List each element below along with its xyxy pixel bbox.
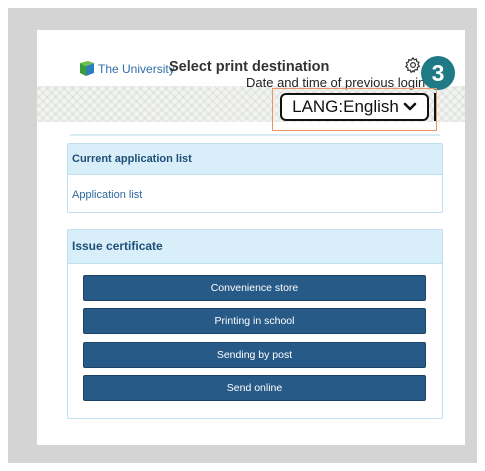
- text-cursor-bar: [434, 93, 436, 121]
- printing-in-school-button[interactable]: Printing in school: [83, 308, 426, 334]
- header-divider: [70, 134, 440, 136]
- page: The University Select print destination …: [37, 30, 465, 445]
- application-list-link[interactable]: Application list: [72, 189, 142, 201]
- step-badge: 3: [421, 56, 455, 90]
- convenience-store-button[interactable]: Convenience store: [83, 275, 426, 301]
- language-select[interactable]: LANG:English: [280, 93, 429, 121]
- application-panel: Current application list Application lis…: [67, 143, 443, 213]
- header: The University Select print destination …: [37, 30, 465, 131]
- issue-certificate-panel: Issue certificate Convenience store Prin…: [67, 229, 443, 419]
- issue-certificate-title: Issue certificate: [68, 230, 442, 264]
- send-online-button[interactable]: Send online: [83, 375, 426, 401]
- chevron-down-icon: [403, 102, 417, 112]
- page-title: Select print destination: [169, 59, 330, 75]
- university-logo-icon: [80, 61, 94, 76]
- sending-by-post-button[interactable]: Sending by post: [83, 342, 426, 368]
- application-panel-title: Current application list: [68, 144, 442, 175]
- logo-text: The University: [98, 62, 175, 76]
- language-select-value: LANG:English: [292, 97, 399, 116]
- university-logo[interactable]: The University: [79, 60, 175, 78]
- gear-icon[interactable]: [404, 56, 422, 74]
- screenshot-frame: The University Select print destination …: [8, 8, 477, 463]
